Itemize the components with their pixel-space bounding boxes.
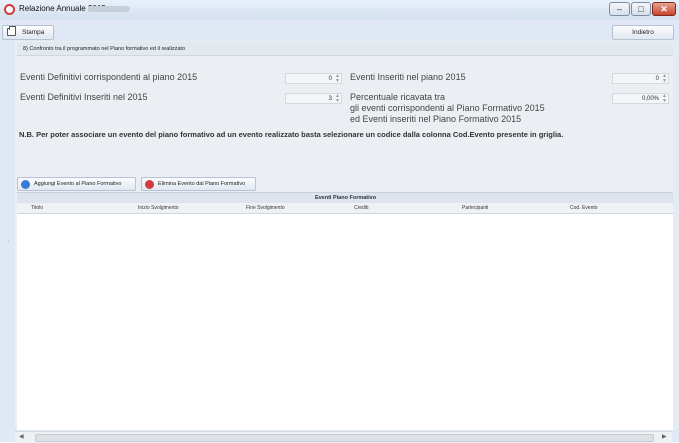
back-button-label: Indietro bbox=[632, 29, 654, 36]
maximize-icon: □ bbox=[638, 4, 644, 14]
eventi-inseriti-piano-label: Eventi Inseriti nel piano 2015 bbox=[350, 72, 466, 82]
left-marker: · bbox=[7, 238, 10, 245]
eventi-def-inseriti-value: 3 bbox=[328, 96, 332, 102]
column-header-crediti[interactable]: Crediti bbox=[354, 203, 368, 213]
maximize-button[interactable]: □ bbox=[631, 2, 651, 16]
remove-icon bbox=[145, 180, 154, 189]
percentuale-label-line-3: ed Eventi inseriti nel Piano Formativo 2… bbox=[350, 114, 522, 124]
eventi-def-corrisp-field[interactable]: 0 ▲ ▼ bbox=[285, 73, 342, 84]
add-event-label: Aggiungi Evento al Piano Formativo bbox=[34, 181, 122, 187]
eventi-def-corrisp-label: Eventi Definitivi corrispondenti al pian… bbox=[20, 72, 198, 82]
horizontal-scrollbar[interactable]: ◀ ▶ bbox=[15, 431, 672, 443]
main-content: 8) Confronto tra il programmato nel Pian… bbox=[15, 41, 679, 430]
grid-header: Titolo Inizio Svolgimento Fine Svolgimen… bbox=[17, 203, 674, 214]
scroll-right-icon[interactable]: ▶ bbox=[662, 433, 667, 440]
add-event-button[interactable]: Aggiungi Evento al Piano Formativo bbox=[17, 177, 136, 191]
eventi-def-corrisp-value: 0 bbox=[328, 76, 332, 82]
minimize-icon: – bbox=[616, 4, 622, 14]
app-logo-icon bbox=[4, 4, 15, 15]
minimize-button[interactable]: – bbox=[609, 2, 630, 16]
spinner-arrows-icon[interactable]: ▲ ▼ bbox=[335, 74, 340, 84]
redacted-text bbox=[88, 6, 130, 12]
title-bar: Relazione Annuale 2015 – □ ✕ bbox=[0, 0, 679, 20]
close-icon: ✕ bbox=[660, 4, 668, 14]
spinner-arrows-icon[interactable]: ▲ ▼ bbox=[662, 94, 667, 104]
column-header-fine[interactable]: Fine Svolgimento bbox=[246, 203, 285, 213]
print-button-label: Stampa bbox=[22, 29, 45, 36]
scrollbar-thumb[interactable] bbox=[35, 434, 654, 442]
percentuale-label-line-2: gli eventi corrispondenti al Piano Forma… bbox=[350, 103, 545, 113]
help-note: N.B. Per poter associare un evento del p… bbox=[19, 130, 564, 139]
remove-event-label: Elimina Evento dal Piano Formativo bbox=[158, 181, 246, 187]
column-header-inizio[interactable]: Inizio Svolgimento bbox=[138, 203, 179, 213]
eventi-def-inseriti-label: Eventi Definitivi Inseriti nel 2015 bbox=[20, 92, 148, 102]
column-header-partecipanti[interactable]: Partecipanti bbox=[462, 203, 488, 213]
spinner-arrows-icon[interactable]: ▲ ▼ bbox=[335, 94, 340, 104]
events-grid[interactable]: Eventi Piano Formativo Titolo Inizio Svo… bbox=[17, 192, 674, 430]
print-button[interactable]: Stampa bbox=[2, 25, 54, 40]
eventi-inseriti-piano-value: 0 bbox=[655, 76, 659, 82]
section-title: 8) Confronto tra il programmato nel Pian… bbox=[17, 42, 674, 56]
eventi-def-inseriti-field[interactable]: 3 ▲ ▼ bbox=[285, 93, 342, 104]
eventi-inseriti-piano-field[interactable]: 0 ▲ ▼ bbox=[612, 73, 669, 84]
remove-event-button[interactable]: Elimina Evento dal Piano Formativo bbox=[141, 177, 256, 191]
percentuale-value: 0,00% bbox=[641, 96, 659, 102]
printer-icon bbox=[7, 26, 16, 36]
percentuale-label-line-1: Percentuale ricavata tra bbox=[350, 92, 446, 102]
spinner-arrows-icon[interactable]: ▲ ▼ bbox=[662, 74, 667, 84]
percentuale-field[interactable]: 0,00% ▲ ▼ bbox=[612, 93, 669, 104]
toolbar: Stampa Indietro bbox=[0, 23, 679, 41]
right-edge bbox=[673, 41, 679, 429]
column-header-titolo[interactable]: Titolo bbox=[31, 203, 43, 213]
grid-caption: Eventi Piano Formativo bbox=[17, 193, 674, 203]
column-header-cod-evento[interactable]: Cod. Evento bbox=[570, 203, 598, 213]
back-button[interactable]: Indietro bbox=[612, 25, 674, 40]
scroll-left-icon[interactable]: ◀ bbox=[19, 433, 24, 440]
add-icon bbox=[21, 180, 30, 189]
close-button[interactable]: ✕ bbox=[652, 2, 676, 16]
application-window: Relazione Annuale 2015 – □ ✕ Stampa Indi… bbox=[0, 0, 679, 443]
